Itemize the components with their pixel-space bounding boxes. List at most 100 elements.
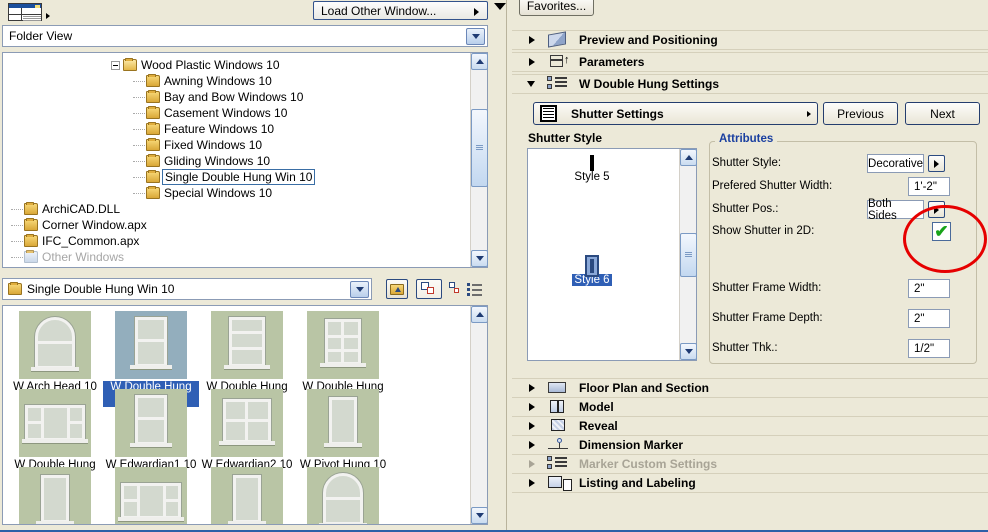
attribute-value-input[interactable]: 2" (908, 309, 950, 328)
attribute-label: Shutter Frame Depth: (712, 312, 823, 324)
scroll-up-icon[interactable] (471, 53, 488, 70)
favorites-button[interactable]: Favorites... (519, 0, 594, 16)
attribute-value-input[interactable]: 2" (908, 279, 950, 298)
chevron-right-icon[interactable] (529, 479, 535, 487)
collapse-arrow-icon[interactable] (494, 3, 506, 10)
folder-icon (146, 122, 160, 135)
tree-item[interactable]: IFC_Common.apx (3, 233, 469, 249)
tree-item[interactable]: Other Windows (3, 249, 469, 265)
tree-item[interactable]: Corner Window.apx (3, 217, 469, 233)
folder-icon (146, 106, 160, 119)
thumbnail-item[interactable]: W Edwardian2 10 (199, 389, 295, 472)
chevron-right-icon[interactable] (529, 441, 535, 449)
check-icon: ✔ (934, 222, 949, 241)
tree-connector (133, 144, 145, 146)
next-page-button[interactable]: Next (905, 102, 980, 125)
tree-scrollbar[interactable] (470, 53, 488, 267)
attributes-title: Attributes (715, 133, 778, 145)
attribute-value-field[interactable]: Decorative (867, 154, 924, 173)
tree-item[interactable]: Casement Windows 10 (3, 105, 469, 121)
settings-list-icon (547, 76, 569, 92)
chevron-right-icon[interactable] (529, 403, 535, 411)
tree-item[interactable]: Awning Windows 10 (3, 73, 469, 89)
shutter-style-item[interactable]: Style 5 (542, 155, 642, 183)
scroll-up-icon[interactable] (680, 149, 697, 166)
thumbnail-item[interactable]: W Pivot Hung 10 (295, 389, 391, 472)
tree-connector (11, 208, 23, 210)
scroll-down-icon[interactable] (471, 507, 487, 524)
collapse-toggle-icon[interactable] (111, 60, 120, 70)
attribute-popup-button[interactable] (928, 155, 945, 172)
chevron-down-icon[interactable] (527, 81, 535, 87)
folder-view-combo[interactable]: Folder View (2, 25, 488, 47)
tree-item[interactable]: Single Double Hung Win 10 (3, 169, 469, 185)
scrollbar-thumb[interactable] (680, 233, 697, 277)
page-selector-button[interactable]: Shutter Settings (533, 102, 818, 125)
thumbnail-item[interactable]: W Arch Head 10 (7, 311, 103, 394)
scroll-down-icon[interactable] (471, 250, 488, 267)
folder-icon (24, 234, 38, 247)
thumbnail-item[interactable] (295, 467, 391, 524)
chevron-right-icon[interactable] (529, 384, 535, 392)
section-header-parameters[interactable]: ↑ Parameters (512, 52, 988, 72)
tree-item[interactable]: Gliding Windows 10 (3, 153, 469, 169)
tree-item-label: Awning Windows 10 (164, 74, 272, 88)
section-header-floor-plan-and-section[interactable]: Floor Plan and Section (512, 378, 988, 398)
attribute-label: Shutter Thk.: (712, 342, 778, 354)
grid-view-dropdown-arrow-icon[interactable] (46, 13, 50, 19)
show-shutter-in-2d-checkbox[interactable]: ✔ (932, 222, 951, 241)
thumbnail-item[interactable]: W Edwardian1 10 (103, 389, 199, 472)
large-icons-view-button[interactable] (416, 279, 442, 299)
previous-page-button[interactable]: Previous (823, 102, 898, 125)
section-header-label: Marker Custom Settings (579, 457, 718, 471)
thumbnail-item[interactable] (103, 467, 199, 524)
grid-view-icon[interactable] (8, 3, 42, 21)
tree-item[interactable]: Wood Plastic Windows 10 (3, 57, 469, 73)
shutter-style-item[interactable]: Style 6 (542, 255, 642, 286)
attribute-value-field[interactable]: Both Sides (867, 198, 924, 222)
chevron-right-icon[interactable] (529, 36, 535, 44)
folder-icon (146, 170, 160, 183)
tree-item[interactable]: Feature Windows 10 (3, 121, 469, 137)
up-one-folder-button[interactable] (386, 279, 408, 299)
list-view-button[interactable] (464, 279, 486, 299)
thumbnail-item[interactable] (199, 467, 295, 524)
tree-item[interactable]: Fixed Windows 10 (3, 137, 469, 153)
style-list-scrollbar[interactable] (679, 149, 697, 360)
folder-tree[interactable]: Wood Plastic Windows 10 Awning Windows 10… (2, 52, 488, 268)
tree-item[interactable]: Special Windows 10 (3, 185, 469, 201)
shutter-style-list[interactable]: Style 5 Style 6 (527, 148, 697, 361)
scrollbar-thumb[interactable] (471, 109, 488, 187)
tree-item-label: Bay and Bow Windows 10 (164, 90, 304, 104)
section-header-model[interactable]: Model (512, 397, 988, 417)
chevron-down-icon[interactable] (350, 281, 369, 298)
chevron-right-icon[interactable] (529, 58, 535, 66)
chevron-right-icon[interactable] (529, 422, 535, 430)
section-header-listing-and-labeling[interactable]: Listing and Labeling (512, 473, 988, 493)
section-header-w-double-hung-settings[interactable]: W Double Hung Settings (512, 74, 988, 94)
load-other-window-button[interactable]: Load Other Window... (313, 1, 488, 20)
small-icons-view-button[interactable] (446, 279, 466, 299)
thumbnail-scrollbar[interactable] (470, 306, 487, 524)
object-thumbnail-list[interactable]: W Arch Head 10W Double Hung 10W Double H… (2, 305, 488, 525)
thumbnail-image (19, 389, 91, 457)
current-folder-combo[interactable]: Single Double Hung Win 10 (2, 278, 372, 300)
scroll-up-icon[interactable] (471, 306, 487, 323)
attribute-popup-button[interactable] (928, 201, 945, 218)
tree-item[interactable]: Bay and Bow Windows 10 (3, 89, 469, 105)
tree-item-label: Special Windows 10 (164, 186, 273, 200)
section-header-reveal[interactable]: Reveal (512, 416, 988, 436)
scroll-down-icon[interactable] (680, 343, 697, 360)
thumbnail-item[interactable] (7, 467, 103, 524)
chevron-down-icon[interactable] (466, 28, 485, 45)
attribute-value-input[interactable]: 1/2" (908, 339, 950, 358)
section-header-dimension-marker[interactable]: Dimension Marker (512, 435, 988, 455)
chevron-right-icon (807, 111, 811, 117)
attribute-value-input[interactable]: 1'-2" (908, 177, 950, 196)
chevron-right-icon[interactable] (529, 460, 535, 468)
load-other-window-label: Load Other Window... (321, 3, 437, 18)
section-header-label: Model (579, 400, 614, 414)
panel-splitter[interactable] (490, 0, 512, 532)
tree-item[interactable]: ArchiCAD.DLL (3, 201, 469, 217)
section-header-preview-and-positioning[interactable]: Preview and Positioning (512, 30, 988, 50)
